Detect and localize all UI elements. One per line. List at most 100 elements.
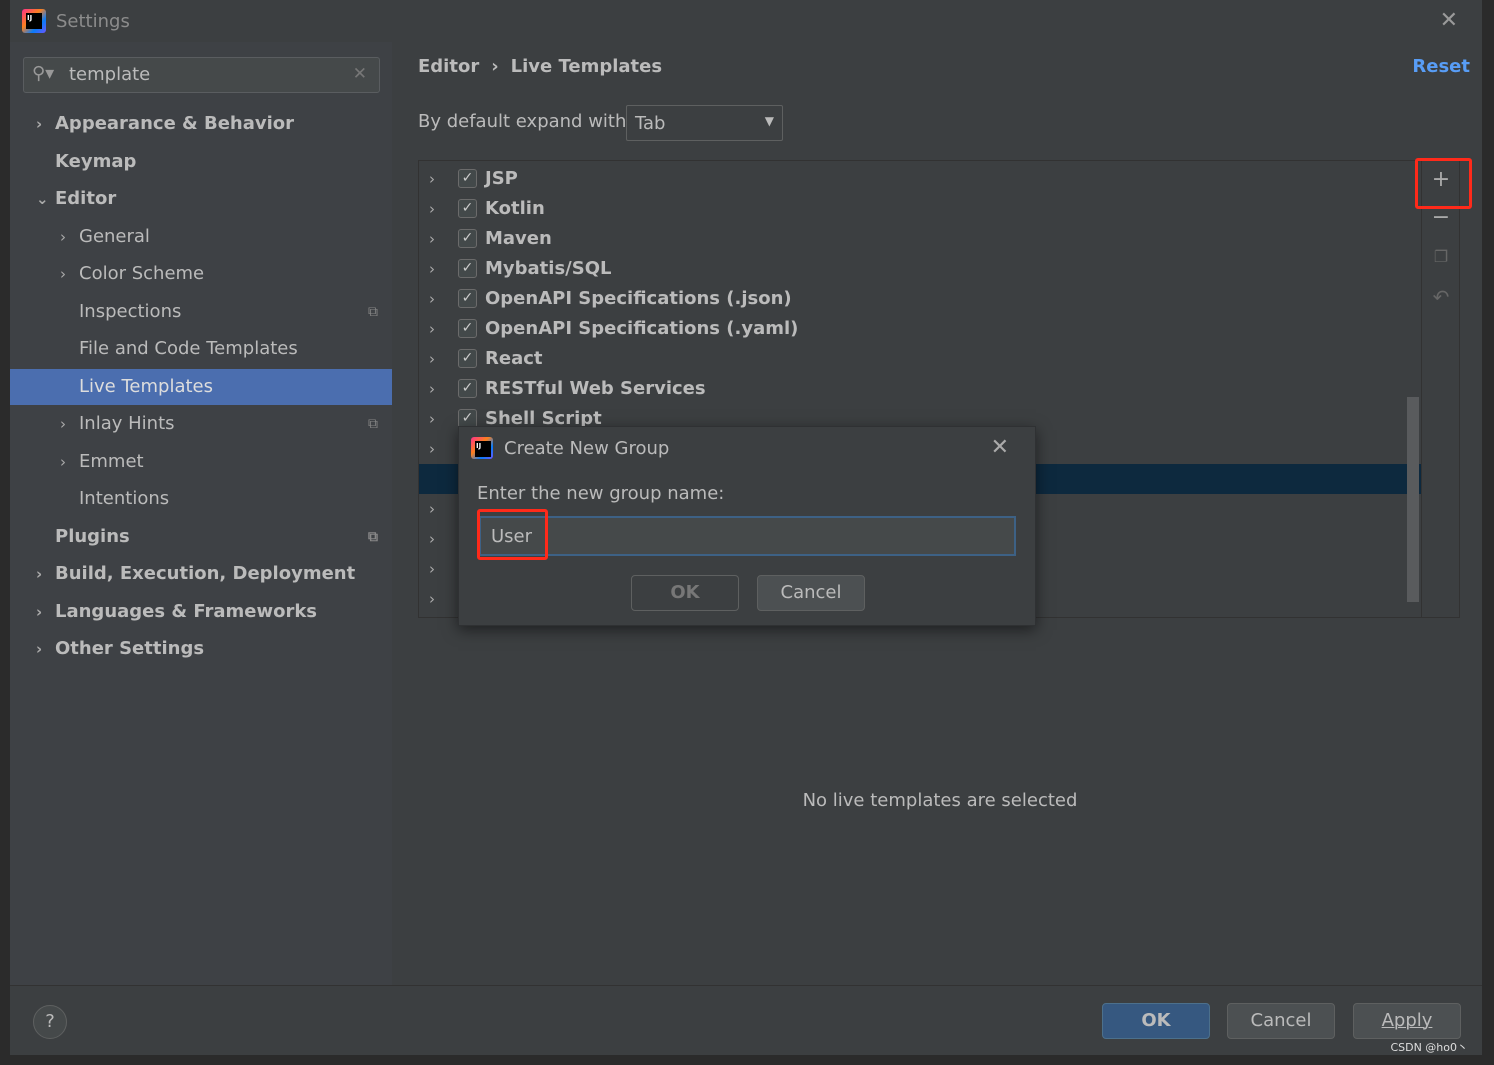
template-group-row[interactable]: › ✓ RESTful Web Services [419, 374, 1421, 404]
group-label: Kotlin [485, 198, 545, 219]
sidebar-item-label: Intentions [79, 488, 170, 509]
help-button[interactable]: ? [33, 1005, 67, 1039]
chevron-right-icon[interactable]: › [429, 314, 435, 344]
chevron-down-icon[interactable]: ⌄ [36, 181, 49, 217]
checkbox[interactable]: ✓ [458, 379, 477, 398]
watermark: CSDN @ho0丶 [1390, 1041, 1468, 1054]
sidebar-item[interactable]: Intentions [10, 481, 392, 517]
ok-button[interactable]: OK [1102, 1003, 1210, 1039]
sidebar-item-label: Other Settings [55, 638, 205, 659]
chevron-right-icon[interactable]: › [429, 374, 435, 404]
group-label: OpenAPI Specifications (.yaml) [485, 318, 799, 339]
template-group-row[interactable]: › ✓ React [419, 344, 1421, 374]
chevron-right-icon[interactable]: › [429, 254, 435, 284]
chevron-right-icon[interactable]: › [60, 256, 66, 292]
sidebar-item-label: Color Scheme [79, 263, 205, 284]
checkbox[interactable]: ✓ [458, 199, 477, 218]
chevron-right-icon[interactable]: › [36, 106, 42, 142]
chevron-right-icon[interactable]: › [429, 194, 435, 224]
chevron-right-icon[interactable]: › [60, 219, 66, 255]
chevron-right-icon[interactable]: › [429, 494, 435, 524]
sidebar-item[interactable]: › Color Scheme [10, 256, 392, 292]
dialog-title: Create New Group [504, 438, 670, 459]
breadcrumb: Editor › Live Templates [418, 56, 674, 77]
template-group-row[interactable]: › ✓ Maven [419, 224, 1421, 254]
group-name-input[interactable] [479, 516, 1016, 556]
expand-label: By default expand with [418, 111, 627, 132]
dropdown-arrow-icon: ▼ [764, 114, 774, 128]
group-label: JSP [485, 168, 518, 189]
sidebar-item[interactable]: Keymap [10, 144, 392, 180]
sidebar-item[interactable]: Live Templates [10, 368, 392, 405]
sidebar-item[interactable]: ⌄ Editor [10, 181, 392, 217]
chevron-right-icon[interactable]: › [429, 284, 435, 314]
tree-toolbar: + − ❐ ↶ [1421, 161, 1459, 617]
chevron-right-icon[interactable]: › [60, 406, 66, 442]
dialog-cancel-button[interactable]: Cancel [757, 575, 865, 611]
dialog-close-icon[interactable]: ✕ [991, 435, 1009, 460]
sidebar-item[interactable]: › General [10, 219, 392, 255]
sidebar-item[interactable]: › Other Settings [10, 631, 392, 667]
breadcrumb-editor[interactable]: Editor [418, 56, 479, 77]
search-value: template [69, 64, 151, 85]
intellij-logo-icon: IJ [22, 9, 46, 33]
sidebar-item-label: Inspections [79, 300, 182, 322]
checkbox[interactable]: ✓ [458, 319, 477, 338]
search-icon: ⚲▾ [32, 63, 55, 84]
checkbox[interactable]: ✓ [458, 349, 477, 368]
template-group-row[interactable]: › ✓ Mybatis/SQL [419, 254, 1421, 284]
sidebar-item[interactable]: › Emmet [10, 444, 392, 480]
expand-with-select[interactable]: Tab ▼ [626, 105, 783, 141]
checkbox[interactable]: ✓ [458, 229, 477, 248]
chevron-right-icon[interactable]: › [429, 584, 435, 614]
checkbox[interactable]: ✓ [458, 259, 477, 278]
clear-search-icon[interactable]: ✕ [353, 64, 367, 84]
chevron-right-icon[interactable]: › [429, 164, 435, 194]
template-group-row[interactable]: › ✓ OpenAPI Specifications (.json) [419, 284, 1421, 314]
sidebar-item-label: File and Code Templates [79, 338, 298, 359]
chevron-right-icon[interactable]: › [429, 344, 435, 374]
chevron-right-icon[interactable]: › [60, 444, 66, 480]
project-settings-icon: ⧉ [368, 303, 378, 320]
chevron-right-icon[interactable]: › [429, 404, 435, 434]
checkbox[interactable]: ✓ [458, 169, 477, 188]
cancel-button[interactable]: Cancel [1227, 1003, 1335, 1039]
sidebar-item[interactable]: Plugins ⧉ [10, 519, 392, 555]
sidebar-item[interactable]: Inspections ⧉ [10, 294, 392, 330]
breadcrumb-separator: › [491, 56, 499, 77]
search-input[interactable]: ⚲▾ template ✕ [23, 57, 380, 93]
group-label: OpenAPI Specifications (.json) [485, 288, 792, 309]
sidebar-item-label: Plugins [55, 525, 130, 547]
chevron-right-icon[interactable]: › [36, 594, 42, 630]
scrollbar[interactable] [1407, 397, 1419, 602]
sidebar-item-label: General [79, 225, 150, 247]
sidebar-item[interactable]: › Build, Execution, Deployment [10, 556, 392, 592]
chevron-right-icon[interactable]: › [36, 556, 42, 592]
chevron-right-icon[interactable]: › [429, 524, 435, 554]
chevron-right-icon[interactable]: › [36, 631, 42, 667]
revert-icon[interactable]: ↶ [1422, 285, 1459, 309]
close-icon[interactable]: ✕ [1440, 8, 1458, 33]
template-group-row[interactable]: › ✓ OpenAPI Specifications (.yaml) [419, 314, 1421, 344]
chevron-right-icon[interactable]: › [429, 434, 435, 464]
project-settings-icon: ⧉ [368, 528, 378, 545]
reset-link[interactable]: Reset [1412, 56, 1470, 77]
footer: ? OK Cancel Apply CSDN @ho0丶 [10, 985, 1482, 1055]
template-group-row[interactable]: › ✓ Kotlin [419, 194, 1421, 224]
sidebar-item[interactable]: File and Code Templates [10, 331, 392, 367]
checkbox[interactable]: ✓ [458, 289, 477, 308]
sidebar-item[interactable]: › Inlay Hints ⧉ [10, 406, 392, 442]
chevron-right-icon[interactable]: › [429, 554, 435, 584]
sidebar-item-label: Live Templates [79, 375, 213, 397]
dialog-ok-button[interactable]: OK [631, 575, 739, 611]
chevron-right-icon[interactable]: › [429, 224, 435, 254]
dialog-prompt: Enter the new group name: [477, 483, 725, 504]
sidebar-item-label: Editor [55, 188, 117, 209]
apply-button[interactable]: Apply [1353, 1003, 1461, 1039]
window-title: Settings [56, 11, 130, 32]
template-group-row[interactable]: › ✓ JSP [419, 164, 1421, 194]
sidebar-item[interactable]: › Appearance & Behavior [10, 106, 392, 142]
intellij-logo-icon: IJ [471, 437, 493, 459]
duplicate-icon[interactable]: ❐ [1422, 247, 1459, 266]
sidebar-item[interactable]: › Languages & Frameworks [10, 594, 392, 630]
